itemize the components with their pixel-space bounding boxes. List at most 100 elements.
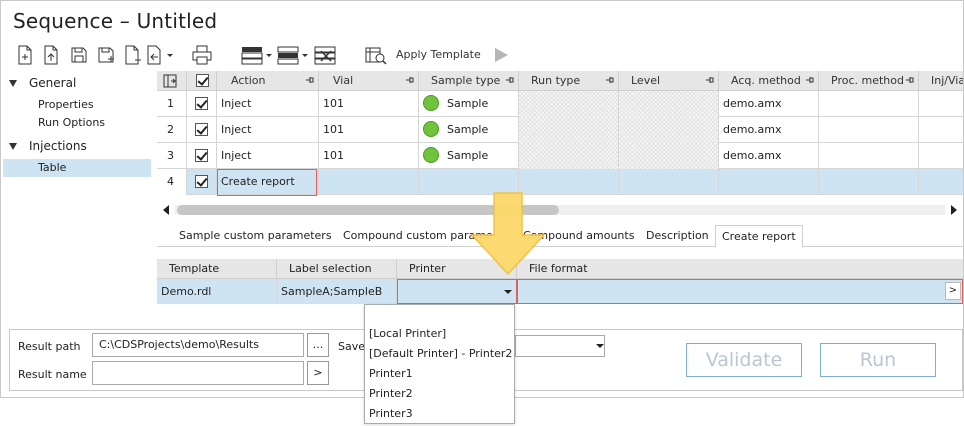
column-header-sample-type[interactable]: Sample type bbox=[419, 71, 519, 91]
level-cell[interactable] bbox=[619, 169, 719, 195]
row-checkbox-cell[interactable] bbox=[187, 117, 217, 143]
acq-method-cell[interactable]: demo.amx bbox=[719, 117, 819, 143]
row-checkbox[interactable] bbox=[195, 97, 208, 110]
proc-method-cell[interactable] bbox=[819, 143, 919, 169]
template-cell[interactable]: Demo.rdl bbox=[157, 279, 277, 304]
run-button[interactable]: Run bbox=[820, 343, 936, 377]
column-header-file-format[interactable]: File format bbox=[517, 259, 963, 278]
scroll-left-icon[interactable] bbox=[163, 205, 169, 215]
chevron-down-icon[interactable] bbox=[504, 290, 512, 294]
table-row-selected[interactable]: 4 Create report bbox=[157, 169, 963, 195]
action-cell[interactable]: Inject bbox=[217, 91, 319, 117]
header-select-all[interactable] bbox=[187, 71, 217, 91]
template-icon[interactable] bbox=[363, 43, 389, 67]
column-header-label-selection[interactable]: Label selection bbox=[277, 259, 397, 278]
collapse-general-icon[interactable] bbox=[9, 80, 17, 87]
result-name-input[interactable] bbox=[92, 361, 304, 385]
proc-method-cell[interactable] bbox=[819, 91, 919, 117]
printer-dropdown[interactable] bbox=[397, 279, 517, 304]
file-format-cell[interactable] bbox=[517, 279, 963, 304]
pin-icon[interactable] bbox=[406, 76, 414, 84]
dropdown-option[interactable]: Printer3 bbox=[369, 407, 413, 420]
result-path-input[interactable]: C:\CDSProjects\demo\Results bbox=[92, 333, 304, 357]
column-header-acq-method[interactable]: Acq. method bbox=[719, 71, 819, 91]
inj-vial-cell[interactable] bbox=[919, 169, 963, 195]
add-doc-icon[interactable] bbox=[121, 43, 145, 67]
proc-method-cell[interactable] bbox=[819, 169, 919, 195]
save-select[interactable] bbox=[515, 335, 605, 357]
action-cell[interactable]: Create report bbox=[217, 169, 319, 195]
pin-icon[interactable] bbox=[606, 76, 614, 84]
apply-template-button[interactable]: Apply Template bbox=[396, 48, 481, 61]
chevron-down-icon[interactable] bbox=[596, 344, 604, 348]
acq-method-cell[interactable]: demo.amx bbox=[719, 143, 819, 169]
acq-method-cell[interactable] bbox=[719, 169, 819, 195]
column-header-inj-vial[interactable]: Inj/Via bbox=[919, 71, 963, 91]
row-checkbox[interactable] bbox=[195, 149, 208, 162]
column-header-level[interactable]: Level bbox=[619, 71, 719, 91]
print-icon[interactable] bbox=[189, 43, 215, 67]
tree-item-table[interactable]: Table bbox=[38, 161, 66, 174]
vial-cell[interactable] bbox=[319, 169, 419, 195]
inj-vial-cell[interactable] bbox=[919, 91, 963, 117]
column-header-proc-method[interactable]: Proc. method bbox=[819, 71, 919, 91]
import-icon[interactable] bbox=[145, 43, 175, 67]
insert-row-icon[interactable] bbox=[241, 43, 275, 67]
browse-button[interactable]: ... bbox=[307, 333, 329, 357]
report-table-row[interactable]: Demo.rdl SampleA;SampleB > bbox=[157, 279, 963, 304]
validate-button[interactable]: Validate bbox=[686, 343, 802, 377]
insert-row-2-icon[interactable] bbox=[277, 43, 313, 67]
sample-type-cell[interactable]: Sample bbox=[419, 91, 519, 117]
save-icon[interactable] bbox=[67, 43, 91, 67]
new-doc-icon[interactable] bbox=[13, 43, 37, 67]
vial-cell[interactable]: 101 bbox=[319, 143, 419, 169]
tree-node-injections[interactable]: Injections bbox=[29, 139, 87, 153]
tab-create-report[interactable]: Create report bbox=[715, 225, 803, 248]
dropdown-option[interactable]: [Default Printer] - Printer2 bbox=[369, 347, 512, 360]
table-row[interactable]: 2 Inject 101 Sample demo.amx bbox=[157, 117, 963, 143]
dropdown-option[interactable]: Printer2 bbox=[369, 387, 413, 400]
pin-icon[interactable] bbox=[806, 76, 814, 84]
row-checkbox[interactable] bbox=[195, 175, 208, 188]
proc-method-cell[interactable] bbox=[819, 117, 919, 143]
sample-type-cell[interactable]: Sample bbox=[419, 117, 519, 143]
result-name-next-button[interactable]: > bbox=[307, 361, 329, 385]
delete-row-icon[interactable] bbox=[313, 43, 339, 67]
action-cell[interactable]: Inject bbox=[217, 117, 319, 143]
table-row[interactable]: 3 Inject 101 Sample demo.amx bbox=[157, 143, 963, 169]
tree-node-general[interactable]: General bbox=[29, 76, 76, 90]
row-checkbox-cell[interactable] bbox=[187, 169, 217, 195]
select-all-checkbox[interactable] bbox=[196, 74, 209, 87]
acq-method-cell[interactable]: demo.amx bbox=[719, 91, 819, 117]
tree-item-properties[interactable]: Properties bbox=[38, 98, 94, 111]
vial-cell[interactable]: 101 bbox=[319, 117, 419, 143]
sample-type-cell[interactable]: Sample bbox=[419, 143, 519, 169]
horizontal-scrollbar[interactable] bbox=[157, 201, 963, 217]
tree-item-run-options[interactable]: Run Options bbox=[38, 116, 105, 129]
column-header-template[interactable]: Template bbox=[157, 259, 277, 278]
tab-sample-custom-parameters[interactable]: Sample custom parameters bbox=[179, 229, 332, 247]
vial-cell[interactable]: 101 bbox=[319, 91, 419, 117]
pin-icon[interactable] bbox=[506, 76, 514, 84]
dropdown-option[interactable]: [Local Printer] bbox=[369, 327, 446, 340]
inj-vial-cell[interactable] bbox=[919, 143, 963, 169]
label-selection-cell[interactable]: SampleA;SampleB bbox=[277, 279, 397, 304]
save-as-icon[interactable] bbox=[95, 43, 119, 67]
open-doc-icon[interactable] bbox=[39, 43, 63, 67]
row-checkbox[interactable] bbox=[195, 123, 208, 136]
more-button[interactable]: > bbox=[945, 282, 961, 300]
scroll-right-icon[interactable] bbox=[951, 205, 957, 215]
column-header-vial[interactable]: Vial bbox=[319, 71, 419, 91]
row-checkbox-cell[interactable] bbox=[187, 143, 217, 169]
action-cell[interactable]: Inject bbox=[217, 143, 319, 169]
row-checkbox-cell[interactable] bbox=[187, 91, 217, 117]
inj-vial-cell[interactable] bbox=[919, 117, 963, 143]
dropdown-option[interactable]: Printer1 bbox=[369, 367, 413, 380]
play-icon[interactable] bbox=[493, 47, 509, 66]
column-header-run-type[interactable]: Run type bbox=[519, 71, 619, 91]
pin-icon[interactable] bbox=[306, 76, 314, 84]
collapse-injections-icon[interactable] bbox=[9, 143, 17, 150]
tab-description[interactable]: Description bbox=[646, 229, 709, 247]
pin-icon[interactable] bbox=[906, 76, 914, 84]
pin-icon[interactable] bbox=[706, 76, 714, 84]
